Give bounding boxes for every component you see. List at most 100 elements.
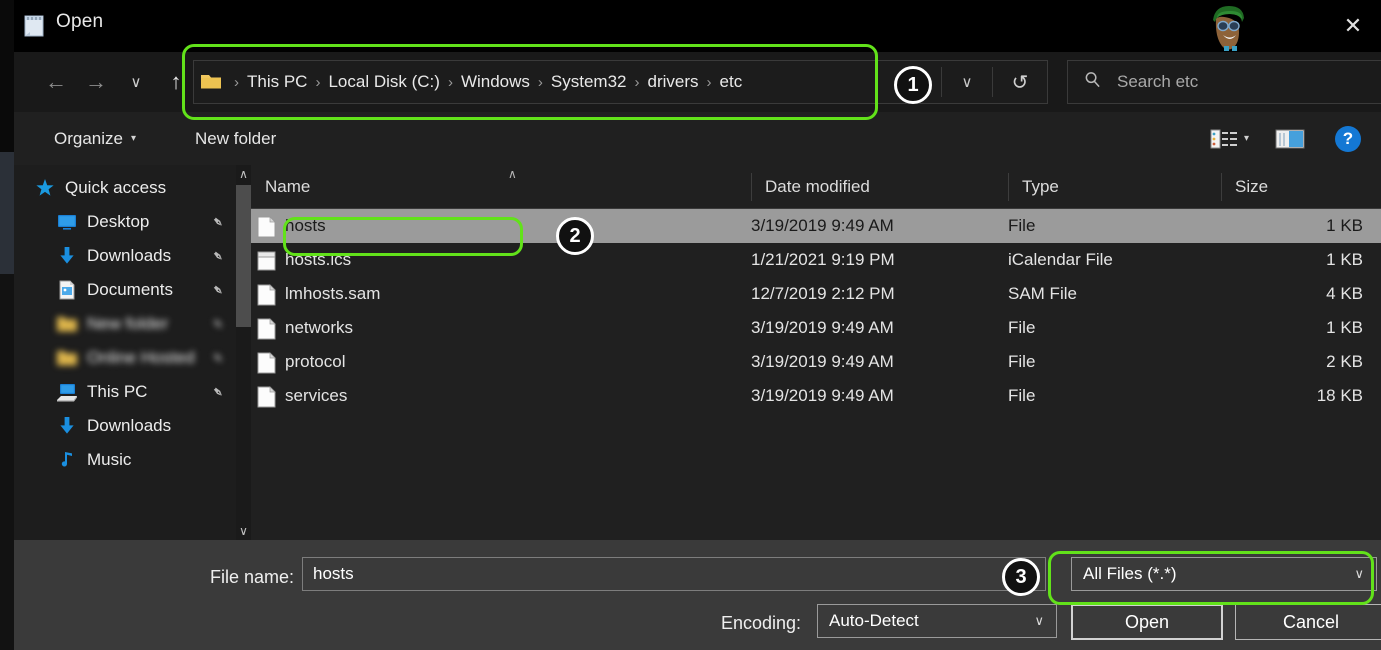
help-icon[interactable]: ? [1335,126,1361,152]
cell-name: hosts [251,209,326,243]
column-header-name[interactable]: Name [251,165,751,209]
sidebar-item-downloads[interactable]: Downloads [14,409,236,443]
breadcrumb-item-4[interactable]: drivers [648,72,699,92]
breadcrumb-separator: › [448,74,453,91]
navigation-pane: Quick access Desktop ✒ Downloads ✒ Documents ✒… [14,165,251,540]
cell-name: networks [251,311,353,345]
sidebar-item-label: Documents [87,280,173,300]
table-row[interactable]: services3/19/2019 9:49 AMFile18 KB [251,379,1381,413]
sidebar-item-label: Online Hosted [87,348,195,368]
view-list-icon[interactable] [1210,128,1238,150]
sidebar-item-label: This PC [87,382,147,402]
breadcrumb-item-0[interactable]: This PC [247,72,307,92]
chevron-down-icon: ∨ [1354,566,1364,582]
organize-label: Organize [54,129,123,149]
refresh-icon[interactable]: ↺ [993,70,1047,95]
close-icon[interactable]: ✕ [1325,0,1381,52]
up-one-level-icon[interactable]: ↑ [156,52,196,112]
forward-icon[interactable]: → [76,52,116,112]
breadcrumb-item-5[interactable]: etc [720,72,743,92]
background-window-strip-bottom [0,274,14,650]
cell-date-modified: 3/19/2019 9:49 AM [751,311,894,345]
sidebar-item-label: Music [87,450,131,470]
breadcrumb-item-2[interactable]: Windows [461,72,530,92]
open-button[interactable]: Open [1071,604,1223,640]
pin-icon[interactable]: ✒ [208,382,228,402]
dialog-footer: File name: hosts All Files (*.*) ∨ Encod… [14,540,1381,650]
breadcrumb-separator: › [234,74,239,91]
cell-type: File [1008,379,1035,413]
star-icon [34,177,56,199]
breadcrumb-separator: › [635,74,640,91]
file-type-filter-value: All Files (*.*) [1083,564,1177,584]
thispc-icon [56,381,78,403]
table-row[interactable]: networks 3/19/2019 9:49 AM File 1 KB [251,311,1381,345]
new-folder-button[interactable]: New folder [195,112,276,165]
cell-type: File [1008,311,1035,345]
search-box[interactable]: Search etc [1067,60,1381,104]
search-input[interactable]: Search etc [1117,72,1198,92]
background-window-strip-top [0,0,14,152]
encoding-value: Auto-Detect [829,611,919,631]
scrollbar-thumb[interactable] [236,185,251,327]
column-header-type[interactable]: Type [1008,165,1221,209]
cell-size: 2 KB [1326,345,1363,379]
column-header-size[interactable]: Size [1221,165,1381,209]
encoding-select[interactable]: Auto-Detect ∨ [817,604,1057,638]
table-row[interactable]: hosts.ics1/21/2021 9:19 PMiCalendar File… [251,243,1381,277]
navigation-bar: ← → ∨ ↑ › This PC › Local Disk (C:) › Wi… [14,52,1381,112]
cell-size: 1 KB [1326,311,1363,345]
back-icon[interactable]: ← [36,52,76,112]
folder-icon [200,73,222,91]
scroll-up-icon[interactable]: ∧ [236,167,251,181]
sidebar-item-documents[interactable]: Documents ✒ [14,273,236,307]
sidebar-item-label: Downloads [87,246,171,266]
recent-locations-icon[interactable]: ∨ [116,52,156,112]
cell-date-modified: 3/19/2019 9:49 AM [751,345,894,379]
pin-icon[interactable]: ✒ [208,314,228,334]
table-row[interactable]: protocol3/19/2019 9:49 AMFile2 KB [251,345,1381,379]
file-rows: hosts3/19/2019 9:49 AMFile1 KBhosts.ics1… [251,209,1381,413]
annotation-badge-1: 1 [894,66,932,104]
cell-type: iCalendar File [1008,243,1113,277]
scroll-down-icon[interactable]: ∨ [236,524,251,538]
download-icon [56,415,78,437]
chevron-down-icon[interactable]: ∨ [942,73,992,91]
organize-button[interactable]: Organize ▾ [54,112,136,165]
avatar-watermark [1199,2,1261,54]
cell-date-modified: 1/21/2021 9:19 PM [751,243,895,277]
breadcrumb[interactable]: › This PC › Local Disk (C:) › Windows › … [226,72,941,92]
sidebar-item-desktop[interactable]: Desktop ✒ [14,205,236,239]
preview-pane-icon[interactable] [1275,128,1305,150]
file-type-filter-select[interactable]: All Files (*.*) ∨ [1071,557,1377,591]
download-icon [56,245,78,267]
cancel-button[interactable]: Cancel [1235,604,1381,640]
breadcrumb-separator: › [707,74,712,91]
breadcrumb-separator: › [538,74,543,91]
column-header-date-modified[interactable]: Date modified [751,165,1008,209]
pin-icon[interactable]: ✒ [208,348,228,368]
sidebar-item-label: Desktop [87,212,149,232]
sidebar-item-quick-access[interactable]: Quick access [14,171,236,205]
pin-icon[interactable]: ✒ [208,212,228,232]
sidebar-item-downloads[interactable]: Downloads ✒ [14,239,236,273]
breadcrumb-separator: › [315,74,320,91]
pin-icon[interactable]: ✒ [208,246,228,266]
chevron-down-icon: ∨ [1034,613,1044,629]
sidebar-item-music[interactable]: Music [14,443,236,477]
sidebar-item-this-pc[interactable]: This PC ✒ [14,375,236,409]
breadcrumb-item-3[interactable]: System32 [551,72,627,92]
sidebar-item-new-folder[interactable]: New folder✒ [14,307,236,341]
breadcrumb-item-1[interactable]: Local Disk (C:) [328,72,439,92]
search-icon [1084,71,1101,93]
cell-date-modified: 3/19/2019 9:49 AM [751,379,894,413]
table-row[interactable]: hosts3/19/2019 9:49 AMFile1 KB [251,209,1381,243]
sidebar-item-online-hosted[interactable]: Online Hosted ✒ [14,341,236,375]
table-row[interactable]: lmhosts.sam12/7/2019 2:12 PMSAM File4 KB [251,277,1381,311]
pin-icon[interactable]: ✒ [208,280,228,300]
navigation-pane-scrollbar[interactable]: ∧ ∨ [236,165,251,540]
file-name-input[interactable]: hosts [302,557,1046,591]
cell-type: SAM File [1008,277,1077,311]
cell-type: File [1008,345,1035,379]
chevron-down-icon[interactable]: ▾ [1244,133,1249,144]
